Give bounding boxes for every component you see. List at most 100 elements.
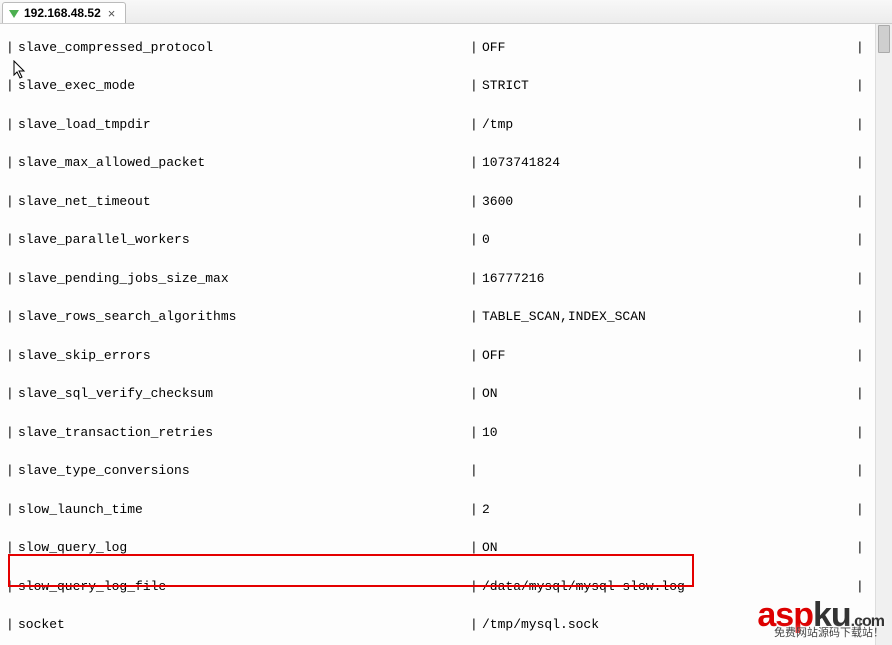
variable-row: | slave_rows_search_algorithms| TABLE_SC… — [6, 298, 892, 337]
pipe: | — [6, 271, 18, 286]
variable-value: 2 — [482, 502, 892, 517]
pipe: | — [6, 386, 18, 401]
variable-row: | slave_skip_errors| OFF| — [6, 336, 892, 375]
variable-name: slave_compressed_protocol — [18, 40, 470, 55]
variable-value: TABLE_SCAN,INDEX_SCAN — [482, 309, 892, 324]
variable-value: /data/mysql/mysql-slow.log — [482, 579, 892, 594]
variable-value: OFF — [482, 40, 892, 55]
terminal-output[interactable]: | slave_compressed_protocol| OFF|| slave… — [0, 24, 892, 645]
tab-bar: 192.168.48.52 × — [0, 0, 892, 24]
variable-name: slow_query_log — [18, 540, 470, 555]
pipe: | — [470, 232, 482, 247]
variable-name: slave_net_timeout — [18, 194, 470, 209]
pipe: | — [470, 155, 482, 170]
variable-name: slave_type_conversions — [18, 463, 470, 478]
pipe: | — [6, 348, 18, 363]
pipe: | — [470, 502, 482, 517]
close-icon[interactable]: × — [106, 7, 118, 20]
variable-value: OFF — [482, 348, 892, 363]
pipe: | — [6, 309, 18, 324]
variable-value: 10 — [482, 425, 892, 440]
variable-row: | slave_type_conversions| | — [6, 452, 892, 491]
variable-row: | slave_parallel_workers| 0| — [6, 221, 892, 260]
pipe: | — [470, 617, 482, 632]
variable-row: | slave_compressed_protocol| OFF| — [6, 28, 892, 67]
variable-value: /tmp — [482, 117, 892, 132]
tab-title: 192.168.48.52 — [24, 6, 101, 20]
pipe: | — [470, 540, 482, 555]
variable-name: slave_sql_verify_checksum — [18, 386, 470, 401]
pipe: | — [6, 194, 18, 209]
pipe: | — [6, 232, 18, 247]
variable-name: slow_launch_time — [18, 502, 470, 517]
pipe: | — [856, 502, 868, 517]
pipe: | — [856, 194, 868, 209]
pipe: | — [6, 40, 18, 55]
variable-row: | slow_launch_time| 2| — [6, 490, 892, 529]
pipe: | — [470, 463, 482, 478]
variable-value: 3600 — [482, 194, 892, 209]
variable-name: slave_load_tmpdir — [18, 117, 470, 132]
variable-name: slave_exec_mode — [18, 78, 470, 93]
variable-row: | slave_transaction_retries| 10| — [6, 413, 892, 452]
pipe: | — [6, 117, 18, 132]
pipe: | — [6, 425, 18, 440]
pipe: | — [470, 78, 482, 93]
pipe: | — [856, 425, 868, 440]
variable-row: | slave_sql_verify_checksum| ON| — [6, 375, 892, 414]
pipe: | — [856, 271, 868, 286]
variable-name: slave_parallel_workers — [18, 232, 470, 247]
variable-name: slave_pending_jobs_size_max — [18, 271, 470, 286]
pipe: | — [6, 579, 18, 594]
variable-row: | slave_max_allowed_packet| 1073741824| — [6, 144, 892, 183]
variable-name: socket — [18, 617, 470, 632]
pipe: | — [856, 540, 868, 555]
variable-value: ON — [482, 540, 892, 555]
pipe: | — [6, 617, 18, 632]
variable-value: 1073741824 — [482, 155, 892, 170]
variable-name: slave_rows_search_algorithms — [18, 309, 470, 324]
pipe: | — [470, 386, 482, 401]
pipe: | — [856, 155, 868, 170]
pipe: | — [856, 232, 868, 247]
pipe: | — [856, 40, 868, 55]
pipe: | — [470, 348, 482, 363]
variable-row: | slave_pending_jobs_size_max| 16777216| — [6, 259, 892, 298]
pipe: | — [856, 386, 868, 401]
pipe: | — [470, 579, 482, 594]
variable-row: | slow_query_log| ON| — [6, 529, 892, 568]
pipe: | — [6, 78, 18, 93]
scrollbar-thumb[interactable] — [878, 25, 890, 53]
pipe: | — [470, 309, 482, 324]
pipe: | — [856, 579, 868, 594]
session-tab[interactable]: 192.168.48.52 × — [2, 2, 126, 23]
variable-value: STRICT — [482, 78, 892, 93]
pipe: | — [856, 78, 868, 93]
pipe: | — [6, 155, 18, 170]
pipe: | — [470, 40, 482, 55]
pipe: | — [856, 617, 868, 632]
variable-value: /tmp/mysql.sock — [482, 617, 892, 632]
pipe: | — [470, 194, 482, 209]
pipe: | — [6, 502, 18, 517]
variable-name: slave_transaction_retries — [18, 425, 470, 440]
variable-row: | socket| /tmp/mysql.sock| — [6, 606, 892, 645]
variable-row: | slow_query_log_file| /data/mysql/mysql… — [6, 567, 892, 606]
variable-name: slave_skip_errors — [18, 348, 470, 363]
pipe: | — [856, 463, 868, 478]
variable-row: | slave_load_tmpdir| /tmp| — [6, 105, 892, 144]
variable-row: | slave_exec_mode| STRICT| — [6, 67, 892, 106]
pipe: | — [6, 463, 18, 478]
variable-name: slave_max_allowed_packet — [18, 155, 470, 170]
pipe: | — [856, 309, 868, 324]
variable-row: | slave_net_timeout| 3600| — [6, 182, 892, 221]
status-icon — [9, 10, 19, 18]
pipe: | — [470, 271, 482, 286]
variable-value: 16777216 — [482, 271, 892, 286]
pipe: | — [470, 425, 482, 440]
pipe: | — [856, 117, 868, 132]
variable-value: 0 — [482, 232, 892, 247]
pipe: | — [6, 540, 18, 555]
vertical-scrollbar[interactable] — [875, 24, 892, 645]
pipe: | — [470, 117, 482, 132]
